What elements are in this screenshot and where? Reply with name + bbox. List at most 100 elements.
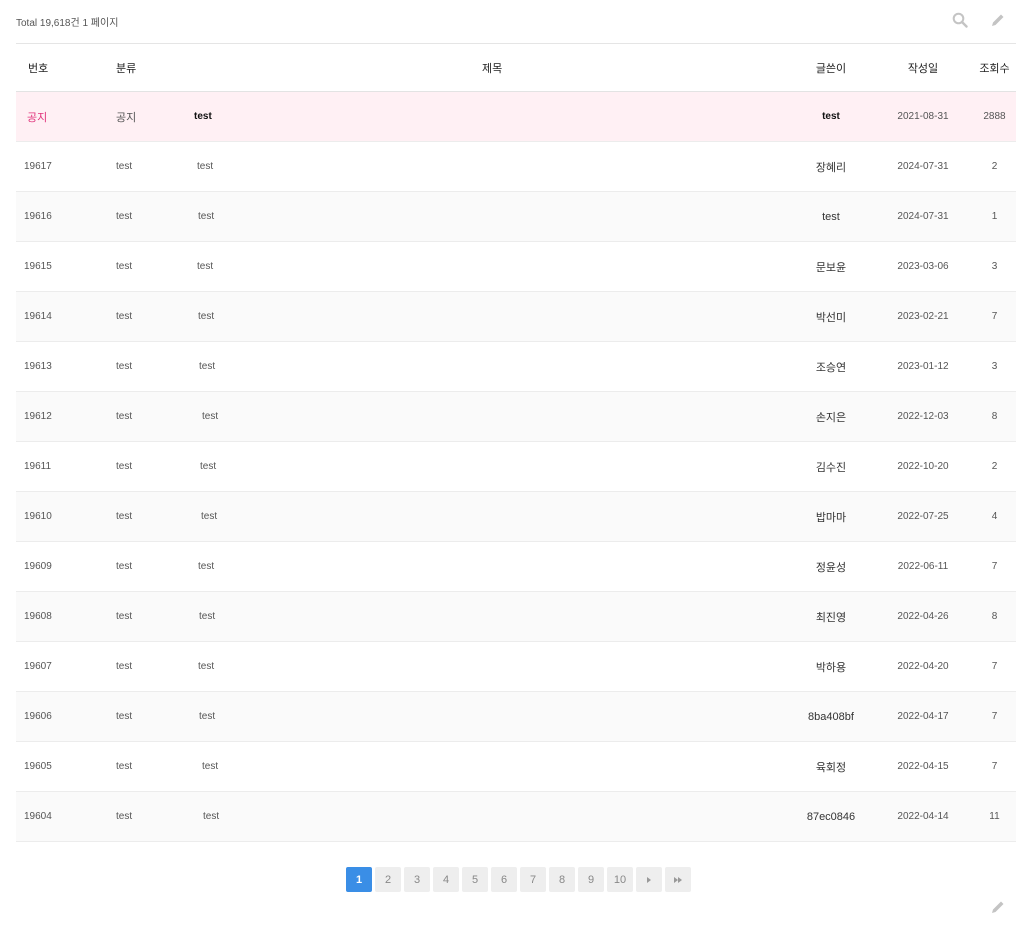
table-header: 번호 분류 제목 글쓴이 작성일 조회수 xyxy=(16,44,1016,92)
pencil-icon[interactable] xyxy=(990,12,1006,28)
row-date: 2022-10-20 xyxy=(897,461,949,472)
table-row[interactable]: 19608 test test 최진영 2022-04-26 8 xyxy=(16,592,1016,642)
row-date: 2022-12-03 xyxy=(897,411,949,422)
row-date: 2024-07-31 xyxy=(897,161,949,172)
table-row[interactable]: 19616 test test test 2024-07-31 1 xyxy=(16,192,1016,242)
row-title[interactable]: test xyxy=(199,342,215,391)
page-button[interactable]: 3 xyxy=(404,867,430,892)
row-writer[interactable]: 최진영 xyxy=(781,592,881,641)
last-page-button[interactable] xyxy=(665,867,691,892)
table-row[interactable]: 19612 test test 손지은 2022-12-03 8 xyxy=(16,392,1016,442)
pencil-icon[interactable] xyxy=(990,899,1006,915)
row-writer[interactable]: 박선미 xyxy=(781,292,881,341)
page-button[interactable]: 5 xyxy=(462,867,488,892)
row-writer[interactable]: 박하용 xyxy=(781,642,881,691)
table-row[interactable]: 19614 test test 박선미 2023-02-21 7 xyxy=(16,292,1016,342)
row-category[interactable]: test xyxy=(116,692,132,741)
search-icon[interactable] xyxy=(952,12,968,28)
row-writer[interactable]: 8ba408bf xyxy=(781,692,881,741)
page-button[interactable]: 9 xyxy=(578,867,604,892)
row-category[interactable]: test xyxy=(116,642,132,691)
total-count: Total 19,618건 1 페이지 xyxy=(16,18,119,29)
notice-row[interactable]: 공지 공지 test test 2021-08-31 2888 xyxy=(16,92,1016,142)
row-title[interactable]: test xyxy=(203,792,219,841)
row-writer[interactable]: 문보윤 xyxy=(781,242,881,291)
notice-writer[interactable]: test xyxy=(781,92,881,141)
page-button[interactable]: 6 xyxy=(491,867,517,892)
row-views: 7 xyxy=(991,711,998,722)
row-title[interactable]: test xyxy=(201,492,217,541)
page-button[interactable]: 2 xyxy=(375,867,401,892)
row-writer[interactable]: 정윤성 xyxy=(781,542,881,591)
table-row[interactable]: 19609 test test 정윤성 2022-06-11 7 xyxy=(16,542,1016,592)
row-writer[interactable]: 조승연 xyxy=(781,342,881,391)
table-row[interactable]: 19617 test test 장혜리 2024-07-31 2 xyxy=(16,142,1016,192)
notice-badge: 공지 xyxy=(27,111,48,124)
table-row[interactable]: 19607 test test 박하용 2022-04-20 7 xyxy=(16,642,1016,692)
row-title[interactable]: test xyxy=(199,592,215,641)
row-category[interactable]: test xyxy=(116,392,132,441)
row-category[interactable]: test xyxy=(116,342,132,391)
last-page-icon xyxy=(674,876,682,883)
notice-title[interactable]: test xyxy=(194,92,212,141)
table-row[interactable]: 19613 test test 조승연 2023-01-12 3 xyxy=(16,342,1016,392)
row-title[interactable]: test xyxy=(198,292,214,341)
row-category[interactable]: test xyxy=(116,192,132,241)
row-writer[interactable]: 김수진 xyxy=(781,442,881,491)
row-writer[interactable]: 육회정 xyxy=(781,742,881,791)
next-page-button[interactable] xyxy=(636,867,662,892)
row-category[interactable]: test xyxy=(116,292,132,341)
row-title[interactable]: test xyxy=(198,542,214,591)
row-number: 19613 xyxy=(24,361,52,372)
row-number: 19612 xyxy=(24,411,52,422)
row-title[interactable]: test xyxy=(197,142,213,191)
table-row[interactable]: 19610 test test 밥마마 2022-07-25 4 xyxy=(16,492,1016,542)
notice-category[interactable]: 공지 xyxy=(116,92,136,141)
row-category[interactable]: test xyxy=(116,742,132,791)
row-title[interactable]: test xyxy=(202,392,218,441)
row-views: 8 xyxy=(991,611,998,622)
row-title[interactable]: test xyxy=(198,192,214,241)
row-views: 3 xyxy=(991,361,998,372)
row-views: 8 xyxy=(991,411,998,422)
row-writer[interactable]: test xyxy=(781,192,881,241)
row-title[interactable]: test xyxy=(199,692,215,741)
row-category[interactable]: test xyxy=(116,242,132,291)
row-number: 19611 xyxy=(24,461,52,472)
page-button[interactable]: 8 xyxy=(549,867,575,892)
table-row[interactable]: 19611 test test 김수진 2022-10-20 2 xyxy=(16,442,1016,492)
row-category[interactable]: test xyxy=(116,592,132,641)
row-category[interactable]: test xyxy=(116,492,132,541)
page-button[interactable]: 10 xyxy=(607,867,633,892)
row-number: 19608 xyxy=(24,611,52,622)
row-writer[interactable]: 밥마마 xyxy=(781,492,881,541)
row-category[interactable]: test xyxy=(116,542,132,591)
page-button[interactable]: 7 xyxy=(520,867,546,892)
table-row[interactable]: 19606 test test 8ba408bf 2022-04-17 7 xyxy=(16,692,1016,742)
row-writer[interactable]: 87ec0846 xyxy=(781,792,881,841)
row-date: 2022-04-15 xyxy=(897,761,949,772)
row-date: 2022-06-11 xyxy=(897,561,949,572)
page-button[interactable]: 4 xyxy=(433,867,459,892)
row-category[interactable]: test xyxy=(116,442,132,491)
row-category[interactable]: test xyxy=(116,142,132,191)
row-writer[interactable]: 손지은 xyxy=(781,392,881,441)
row-number: 19605 xyxy=(24,761,52,772)
row-category[interactable]: test xyxy=(116,792,132,841)
row-title[interactable]: test xyxy=(198,642,214,691)
table-row[interactable]: 19604 test test 87ec0846 2022-04-14 11 xyxy=(16,792,1016,842)
row-title[interactable]: test xyxy=(197,242,213,291)
row-number: 19604 xyxy=(24,811,52,822)
row-number: 19614 xyxy=(24,311,52,322)
row-title[interactable]: test xyxy=(202,742,218,791)
column-header-num: 번호 xyxy=(28,62,49,75)
row-number: 19617 xyxy=(24,161,52,172)
row-writer[interactable]: 장혜리 xyxy=(781,142,881,191)
row-title[interactable]: test xyxy=(200,442,216,491)
row-views: 2 xyxy=(991,161,998,172)
row-views: 7 xyxy=(991,311,998,322)
table-row[interactable]: 19605 test test 육회정 2022-04-15 7 xyxy=(16,742,1016,792)
page-button[interactable]: 1 xyxy=(346,867,372,892)
table-row[interactable]: 19615 test test 문보윤 2023-03-06 3 xyxy=(16,242,1016,292)
row-date: 2022-04-17 xyxy=(897,711,949,722)
